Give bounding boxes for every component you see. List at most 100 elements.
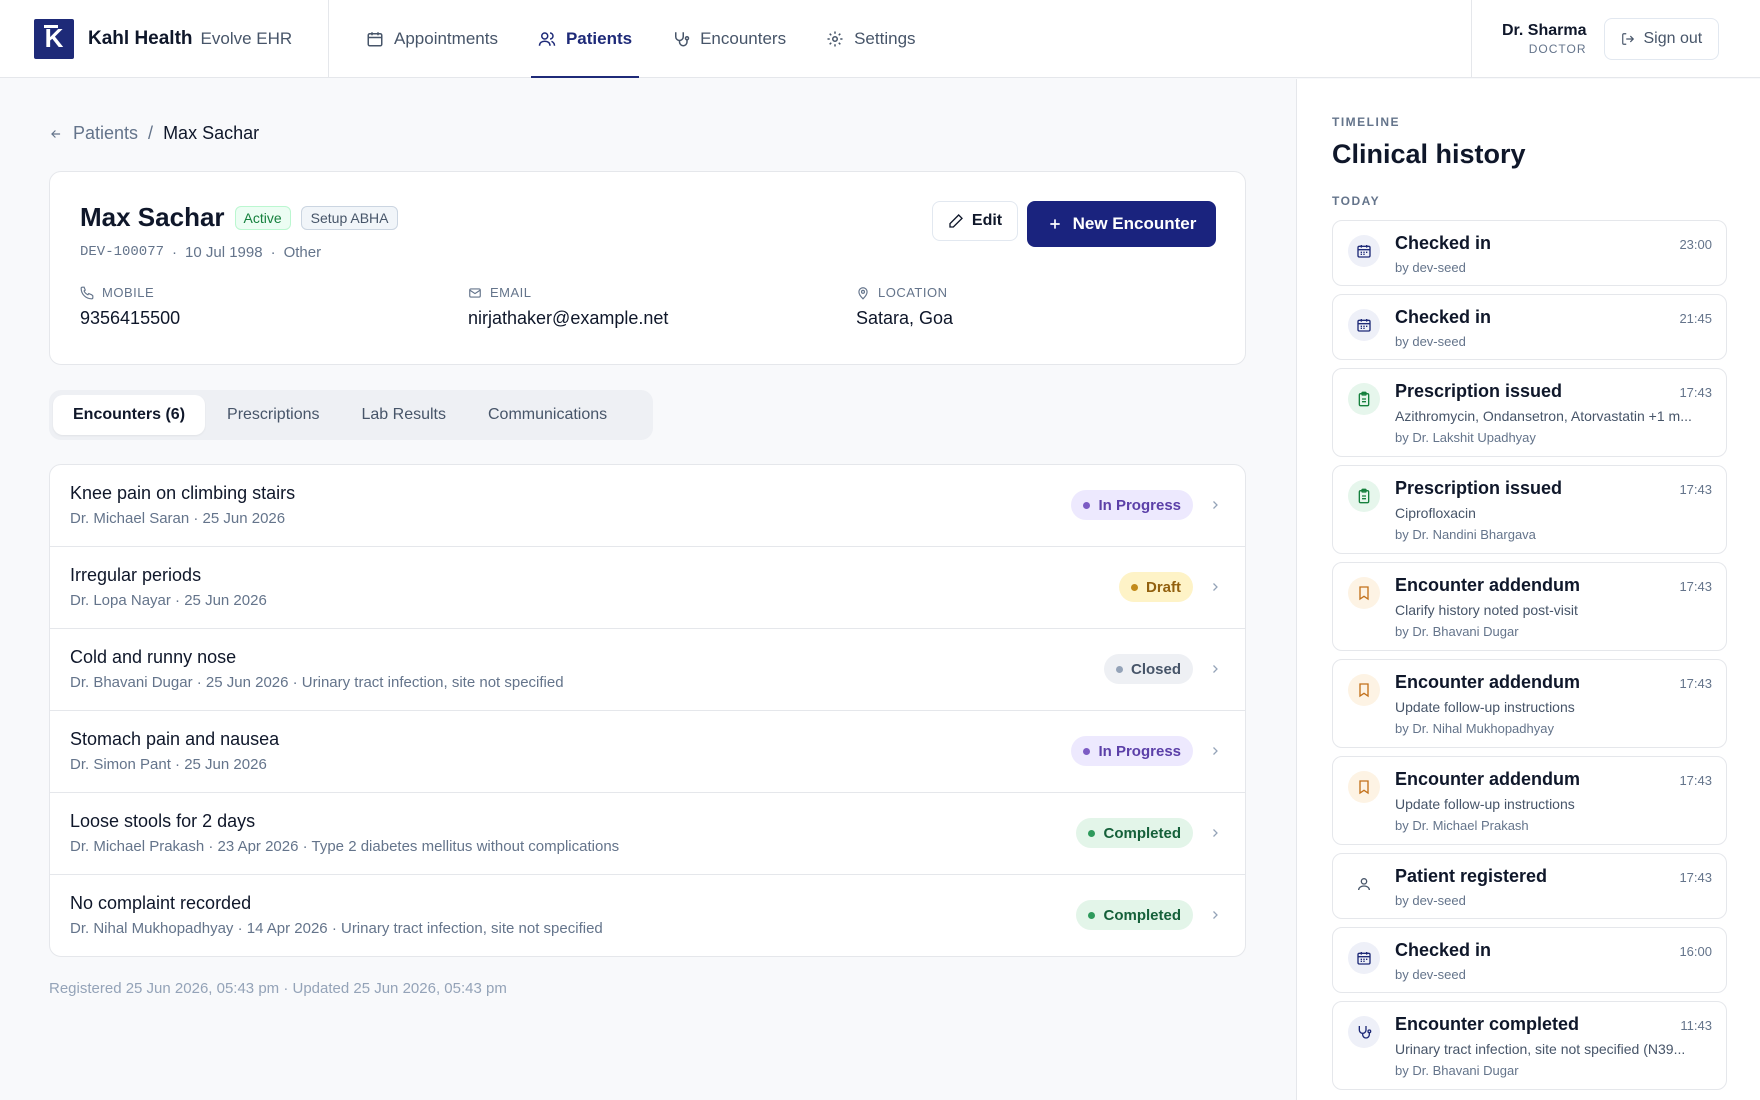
- timeline-item[interactable]: Patient registered 17:43 by dev-seed: [1332, 853, 1727, 919]
- timeline-item-title: Checked in: [1395, 940, 1492, 960]
- encounter-row[interactable]: No complaint recorded Dr. Nihal Mukhopad…: [50, 875, 1245, 956]
- status-dot: [1088, 911, 1096, 919]
- patient-name: Max Sachar: [80, 202, 225, 232]
- patient-name-row: Max Sachar Active Setup ABHA: [80, 202, 399, 233]
- tab-lab-results[interactable]: Lab Results: [342, 395, 467, 435]
- status-badge: In Progress: [1071, 490, 1193, 520]
- nav-settings[interactable]: Settings: [819, 0, 922, 77]
- status-badge: In Progress: [1071, 736, 1193, 766]
- timeline-item-author: by Dr. Bhavani Dugar: [1395, 624, 1519, 639]
- location-label-row: LOCATION: [856, 285, 953, 300]
- timeline-list: Checked in 23:00 by dev-seed Checked in …: [1332, 220, 1727, 1098]
- pencil-icon: [949, 214, 963, 228]
- brand[interactable]: K Kahl Health Evolve EHR: [0, 0, 329, 77]
- timeline-item-time: 17:43: [1679, 870, 1712, 885]
- mobile-label-row: MOBILE: [80, 285, 180, 300]
- nav-patients[interactable]: Patients: [530, 0, 640, 78]
- encounter-row[interactable]: Loose stools for 2 days Dr. Michael Prak…: [50, 793, 1245, 875]
- timeline-item-author: by Dr. Bhavani Dugar: [1395, 1063, 1519, 1078]
- new-encounter-button[interactable]: New Encounter: [1027, 201, 1216, 247]
- new-encounter-label: New Encounter: [1072, 214, 1197, 233]
- timeline-item-time: 23:00: [1679, 237, 1712, 252]
- timeline-item-author: by dev-seed: [1395, 893, 1466, 908]
- encounter-title: No complaint recorded: [70, 893, 252, 913]
- encounter-row[interactable]: Cold and runny nose Dr. Bhavani Dugar · …: [50, 629, 1245, 711]
- timeline-item[interactable]: Prescription issued 17:43 Ciprofloxacin …: [1332, 465, 1727, 554]
- map-pin-icon: [858, 286, 868, 300]
- patient-dob: 10 Jul 1998: [185, 244, 263, 261]
- timeline-item-description: Azithromycin, Ondansetron, Atorvastatin …: [1395, 408, 1692, 424]
- status-dot: [1083, 747, 1091, 755]
- encounter-row[interactable]: Stomach pain and nausea Dr. Simon Pant ·…: [50, 711, 1245, 793]
- chevron-right-icon: [1213, 583, 1218, 591]
- users-icon: [538, 31, 556, 46]
- timeline-item-time: 17:43: [1679, 579, 1712, 594]
- sign-out-button[interactable]: Sign out: [1604, 18, 1720, 60]
- location-label: LOCATION: [878, 285, 948, 300]
- timeline-item-description: Update follow-up instructions: [1395, 699, 1575, 715]
- setup-abha-button[interactable]: Setup ABHA: [300, 205, 399, 230]
- timeline-item[interactable]: Checked in 21:45 by dev-seed: [1332, 294, 1727, 360]
- chevron-right-icon: [1213, 911, 1218, 919]
- encounter-row[interactable]: Knee pain on climbing stairs Dr. Michael…: [50, 465, 1245, 547]
- encounter-title: Loose stools for 2 days: [70, 811, 256, 831]
- clinical-history-panel: TIMELINE Clinical history TODAY Checked …: [1296, 79, 1760, 1100]
- arrow-left-icon[interactable]: [49, 127, 63, 141]
- mail-icon: [469, 287, 481, 298]
- timeline-item-author: by Dr. Nihal Mukhopadhyay: [1395, 721, 1554, 736]
- breadcrumb-patients-link[interactable]: Patients: [73, 123, 138, 144]
- timeline-item[interactable]: Prescription issued 17:43 Azithromycin, …: [1332, 368, 1727, 457]
- timeline-item-description: Update follow-up instructions: [1395, 796, 1575, 812]
- timeline-item-author: by Dr. Nandini Bhargava: [1395, 527, 1536, 542]
- status-label: Completed: [1103, 824, 1181, 842]
- contact-location: LOCATION Satara, Goa: [856, 285, 953, 329]
- status-badge: Completed: [1076, 818, 1193, 848]
- main-content: Patients / Max Sachar Max Sachar Active …: [0, 79, 1296, 1100]
- nav-appointments[interactable]: Appointments: [359, 0, 505, 77]
- status-badge: Draft: [1118, 572, 1193, 602]
- patient-tabs: Encounters (6) Prescriptions Lab Results…: [49, 390, 653, 440]
- user-name: Dr. Sharma: [1502, 22, 1587, 39]
- tab-encounters[interactable]: Encounters (6): [53, 395, 206, 435]
- timeline-item-author: by dev-seed: [1395, 334, 1466, 349]
- tab-communications[interactable]: Communications: [468, 395, 627, 435]
- timeline-item-title: Encounter addendum: [1395, 672, 1581, 692]
- bookmark-icon: [1348, 674, 1380, 706]
- clipboard-icon: [1348, 383, 1380, 415]
- status-badge: Active: [234, 205, 291, 230]
- encounter-title: Irregular periods: [70, 565, 202, 585]
- patient-id: DEV-100077: [80, 244, 165, 260]
- timeline-item[interactable]: Encounter completed 11:43 Urinary tract …: [1332, 1001, 1727, 1090]
- email-label: EMAIL: [490, 285, 532, 300]
- encounter-title: Cold and runny nose: [70, 647, 237, 667]
- timeline-item-author: by Dr. Michael Prakash: [1395, 818, 1529, 833]
- calendar-icon: [367, 31, 383, 46]
- timeline-item[interactable]: Checked in 16:00 by dev-seed: [1332, 927, 1727, 993]
- timeline-item[interactable]: Encounter addendum 17:43 Update follow-u…: [1332, 659, 1727, 748]
- encounter-list: Knee pain on climbing stairs Dr. Michael…: [49, 464, 1246, 957]
- encounter-row[interactable]: Irregular periods Dr. Lopa Nayar · 25 Ju…: [50, 547, 1245, 629]
- nav-label: Encounters: [700, 28, 787, 48]
- timeline-item-title: Patient registered: [1395, 866, 1548, 886]
- meta-separator: ·: [172, 244, 178, 261]
- timeline-item[interactable]: Encounter addendum 17:43 Clarify history…: [1332, 562, 1727, 651]
- timeline-item[interactable]: Checked in 23:00 by dev-seed: [1332, 220, 1727, 286]
- user-role: DOCTOR: [1528, 42, 1587, 56]
- timeline-item-time: 17:43: [1679, 482, 1712, 497]
- mobile-value: 9356415500: [80, 308, 181, 328]
- calendar-icon: [1348, 309, 1380, 341]
- plus-icon: [1049, 219, 1060, 229]
- user-area: Dr. Sharma DOCTOR Sign out: [1471, 0, 1760, 78]
- timeline-item[interactable]: Encounter addendum 17:43 Update follow-u…: [1332, 756, 1727, 845]
- status-dot: [1088, 829, 1096, 837]
- nav-encounters[interactable]: Encounters: [665, 0, 793, 77]
- tab-prescriptions[interactable]: Prescriptions: [207, 395, 339, 435]
- edit-button[interactable]: Edit: [932, 201, 1018, 241]
- chevron-right-icon: [1213, 747, 1218, 755]
- timeline-item-time: 21:45: [1679, 311, 1712, 326]
- status-dot: [1130, 583, 1138, 591]
- timeline-item-title: Encounter addendum: [1395, 575, 1581, 595]
- patient-card: Max Sachar Active Setup ABHA DEV-100077 …: [49, 171, 1246, 365]
- breadcrumb-separator: /: [148, 123, 154, 143]
- timeline-item-time: 17:43: [1679, 773, 1712, 788]
